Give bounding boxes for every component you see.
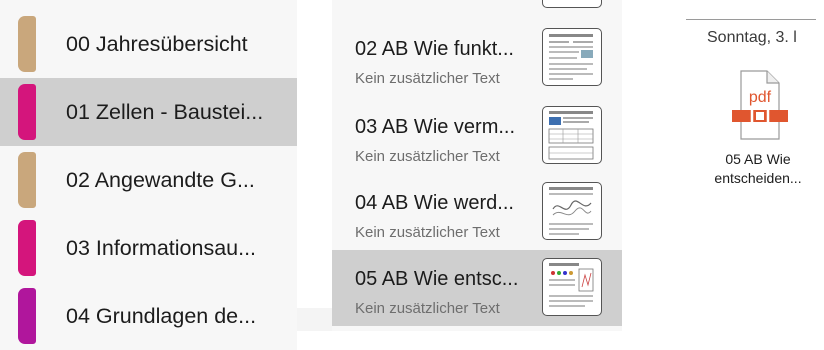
pdf-attachment[interactable]: pdf [718, 70, 798, 140]
section-color-tab [18, 220, 36, 276]
section-item[interactable]: 02 Angewandte G... [0, 146, 297, 214]
worksheet-thumbnail [542, 258, 602, 316]
section-label: 04 Grundlagen de... [66, 304, 257, 328]
page-title: 05 AB Wie entsc... [355, 268, 519, 290]
section-label: 01 Zellen - Baustei... [66, 100, 264, 124]
pdf-file-icon: pdf [732, 70, 788, 140]
page-title: 03 AB Wie verm... [355, 116, 516, 138]
page-subtitle: Kein zusätzlicher Text [355, 300, 500, 317]
section-color-tab [18, 288, 36, 344]
page-item-selected[interactable]: 05 AB Wie entsc... Kein zusätzlicher Tex… [332, 250, 622, 326]
pdf-badge-text: pdf [749, 89, 772, 106]
section-color-tab [18, 152, 36, 208]
section-item[interactable]: 00 Jahresübersicht [0, 10, 297, 78]
section-label: 03 Informationsau... [66, 236, 257, 260]
worksheet-thumbnail [542, 182, 602, 240]
page-item[interactable]: 03 AB Wie verm... Kein zusätzlicher Text [332, 98, 622, 174]
section-label: 02 Angewandte G... [66, 168, 255, 192]
section-label: 00 Jahresübersicht [66, 32, 248, 56]
worksheet-thumbnail [542, 28, 602, 86]
section-color-tab [18, 84, 36, 140]
attachment-label-line1: 05 AB Wie [725, 151, 791, 167]
page-item[interactable]: 02 AB Wie funkt... Kein zusätzlicher Tex… [332, 20, 622, 96]
page-item[interactable]: 04 AB Wie werd... Kein zusätzlicher Text [332, 174, 622, 250]
section-list: 00 Jahresübersicht 01 Zellen - Baustei..… [0, 0, 297, 350]
page-date: Sonntag, 3. l [707, 29, 797, 46]
page-subtitle: Kein zusätzlicher Text [355, 224, 500, 241]
page-subtitle: Kein zusätzlicher Text [355, 70, 500, 87]
title-underline [686, 19, 816, 20]
section-color-tab [18, 16, 36, 72]
pane-divider [297, 0, 332, 331]
pane-divider-fade [297, 308, 332, 331]
page-title: 02 AB Wie funkt... [355, 38, 514, 60]
worksheet-thumbnail [542, 106, 602, 164]
page-title: 04 AB Wie werd... [355, 192, 514, 214]
attachment-label-line2: entscheiden... [714, 170, 802, 186]
section-item[interactable]: 04 Grundlagen de... [0, 282, 297, 350]
section-item[interactable]: 03 Informationsau... [0, 214, 297, 282]
attachment-label[interactable]: 05 AB Wie entscheiden... [700, 150, 816, 188]
section-item-selected[interactable]: 01 Zellen - Baustei... [0, 78, 297, 146]
page-subtitle: Kein zusätzlicher Text [355, 148, 500, 165]
page-list: 02 AB Wie funkt... Kein zusätzlicher Tex… [332, 0, 622, 331]
worksheet-thumbnail-partial [542, 0, 602, 8]
